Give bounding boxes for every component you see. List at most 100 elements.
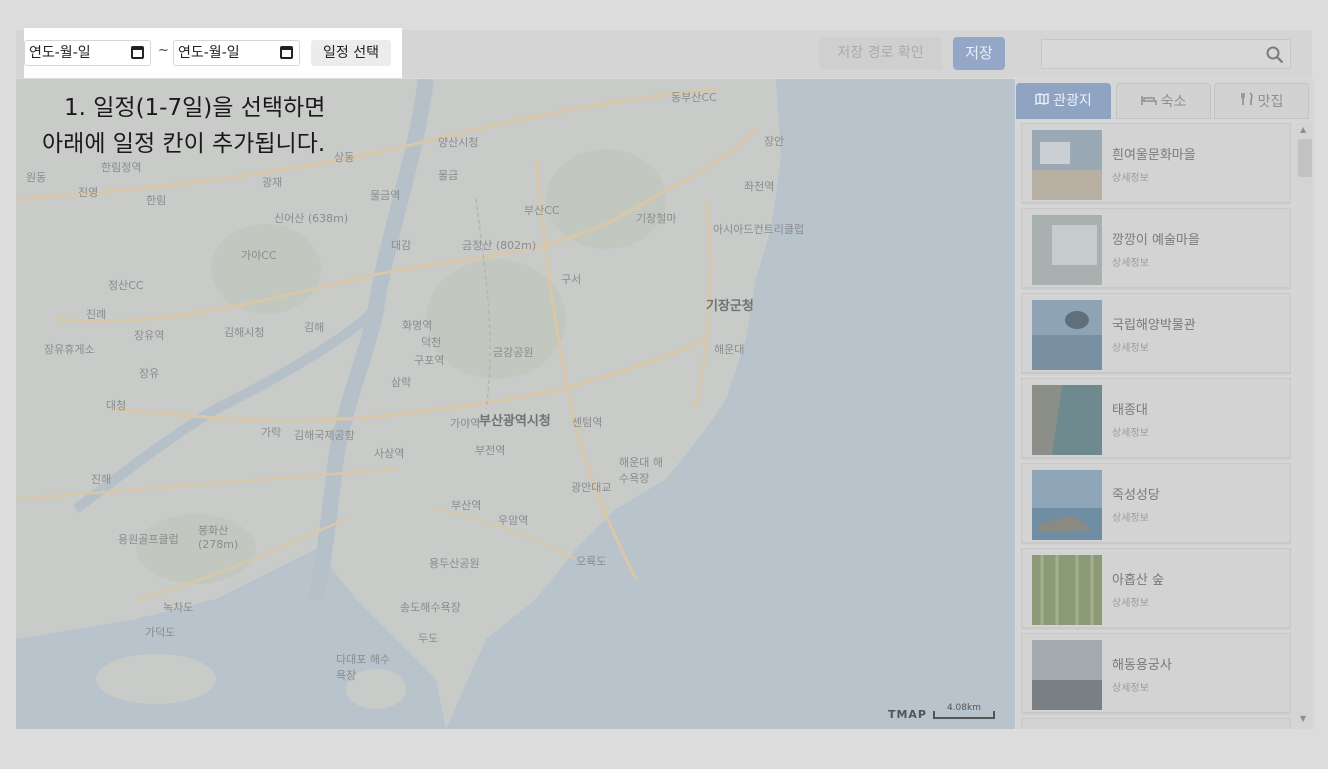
map-label: 양산시청 — [438, 136, 479, 149]
start-date-placeholder: 연도-월-일 — [29, 45, 91, 61]
place-list: 흰여울문화마을 상세정보 깡깡이 예술마을 상세정보 국립해양박물관 상세정보 … — [1021, 123, 1291, 729]
map-label: 화명역 — [402, 319, 433, 332]
place-card[interactable] — [1021, 718, 1291, 729]
map-label: 봉화산 (278m) — [198, 524, 239, 551]
instruction-line-2: 아래에 일정 칸이 추가됩니다. — [42, 131, 326, 157]
map-label: 대감 — [391, 239, 412, 252]
place-card[interactable]: 흰여울문화마을 상세정보 — [1021, 123, 1291, 203]
place-thumbnail — [1032, 385, 1102, 455]
map-label: 부산CC — [524, 204, 560, 217]
map-label: 삼락 — [391, 376, 412, 389]
map-icon — [1035, 84, 1049, 120]
place-card[interactable]: 깡깡이 예술마을 상세정보 — [1021, 208, 1291, 288]
place-name: 아홉산 숲 — [1112, 573, 1164, 588]
date-range-picker: 연도-월-일 ~ 연도-월-일 일정 선택 — [24, 28, 402, 78]
map-label: 김해시청 — [224, 326, 265, 339]
map-label: 사상역 — [374, 447, 405, 460]
end-date-placeholder: 연도-월-일 — [178, 45, 240, 61]
map-label: 상동 — [334, 151, 355, 164]
place-thumbnail — [1032, 470, 1102, 540]
map-label: 대청 — [106, 399, 127, 412]
map-label: 금강공원 — [493, 346, 534, 359]
select-schedule-button[interactable]: 일정 선택 — [311, 40, 391, 66]
scrollbar-thumb[interactable] — [1298, 139, 1312, 177]
search-input[interactable] — [1042, 40, 1252, 68]
map-label: 해운대 — [714, 343, 745, 356]
place-detail-link[interactable]: 상세정보 — [1112, 679, 1149, 694]
map-view[interactable]: 동부산CC 양산시청 물금 부산CC 기장철마 아시아드컨트리클럽 기장군청 신… — [16, 79, 1015, 729]
place-thumbnail — [1032, 555, 1102, 625]
place-thumbnail — [1032, 215, 1102, 285]
map-label: 덕천 — [421, 336, 442, 349]
end-date-input[interactable]: 연도-월-일 — [173, 40, 300, 66]
map-label: 녹차도 — [163, 601, 194, 614]
place-thumbnail — [1032, 300, 1102, 370]
map-label: 부전역 — [475, 444, 506, 457]
place-card[interactable]: 죽성성당 상세정보 — [1021, 463, 1291, 543]
place-card[interactable]: 국립해양박물관 상세정보 — [1021, 293, 1291, 373]
map-label: 가덕도 — [145, 626, 176, 639]
map-label: 부산광역시청 — [479, 414, 551, 429]
map-label: 기장군청 — [706, 299, 754, 314]
calendar-icon[interactable] — [131, 46, 144, 59]
place-detail-link[interactable]: 상세정보 — [1112, 509, 1149, 524]
tab-attractions[interactable]: 관광지 — [1016, 83, 1111, 119]
map-label: 구서 — [561, 273, 582, 286]
tab-restaurants[interactable]: 맛집 — [1214, 83, 1309, 119]
place-detail-link[interactable]: 상세정보 — [1112, 169, 1149, 184]
tab-label: 맛집 — [1257, 94, 1284, 110]
map-label: 김해 — [304, 321, 325, 334]
map-label: 부산역 — [451, 499, 482, 512]
map-label: 가야역 — [450, 417, 481, 430]
place-card[interactable]: 아홉산 숲 상세정보 — [1021, 548, 1291, 628]
map-scale-bar — [933, 711, 995, 719]
map-label: 오륙도 — [576, 555, 607, 568]
map-label: 원동 — [26, 171, 47, 184]
start-date-input[interactable]: 연도-월-일 — [24, 40, 151, 66]
map-label: 김해국제공항 — [294, 429, 355, 442]
place-name: 깡깡이 예술마을 — [1112, 233, 1200, 248]
bed-icon — [1140, 85, 1157, 121]
map-label: 진례 — [86, 308, 107, 321]
place-detail-link[interactable]: 상세정보 — [1112, 424, 1149, 439]
search-box — [1041, 39, 1291, 69]
map-label: 한림 — [146, 194, 167, 207]
map-label: 물금 — [438, 169, 459, 182]
place-name: 죽성성당 — [1112, 488, 1160, 503]
instruction-line-1: 1. 일정(1-7일)을 선택하면 — [64, 95, 326, 121]
place-name: 국립해양박물관 — [1112, 318, 1196, 333]
map-label: 동부산CC — [671, 91, 717, 104]
map-label: 용두산공원 — [429, 557, 480, 570]
tab-lodging[interactable]: 숙소 — [1116, 83, 1211, 119]
instruction-tooltip: 1. 일정(1-7일)을 선택하면 아래에 일정 칸이 추가됩니다. — [42, 90, 325, 162]
place-name: 흰여울문화마을 — [1112, 148, 1196, 163]
map-label: 장유역 — [134, 329, 165, 342]
place-card[interactable]: 태종대 상세정보 — [1021, 378, 1291, 458]
map-label: 송도해수욕장 — [400, 601, 461, 614]
place-detail-link[interactable]: 상세정보 — [1112, 254, 1149, 269]
map-label: 장유휴게소 — [44, 343, 95, 356]
search-icon[interactable] — [1266, 46, 1284, 64]
tab-label: 숙소 — [1160, 94, 1187, 110]
save-button[interactable]: 저장 — [953, 37, 1005, 70]
map-label: 다대포 해수욕장 — [336, 653, 391, 682]
place-detail-link[interactable]: 상세정보 — [1112, 594, 1149, 609]
map-label: 물금역 — [370, 189, 401, 202]
map-label: 진해 — [91, 473, 112, 486]
map-label: 금정산 (802m) — [462, 239, 537, 252]
map-label: 광재 — [262, 176, 283, 189]
view-saved-route-button[interactable]: 저장 경로 확인 — [819, 37, 942, 70]
scroll-up-icon[interactable]: ▲ — [1300, 125, 1306, 134]
place-thumbnail — [1032, 640, 1102, 710]
tab-label: 관광지 — [1053, 93, 1092, 109]
scroll-down-icon[interactable]: ▼ — [1300, 714, 1306, 723]
map-label: 센텀역 — [572, 416, 603, 429]
map-label: 가락 — [261, 426, 282, 439]
map-label: 광안대교 — [571, 481, 612, 494]
place-detail-link[interactable]: 상세정보 — [1112, 339, 1149, 354]
place-panel: 관광지 숙소 맛집 흰여울문화마을 상세정보 깡깡이 예술마을 상세정보 국립해… — [1016, 79, 1314, 729]
place-card[interactable]: 해동용궁사 상세정보 — [1021, 633, 1291, 713]
calendar-icon[interactable] — [280, 46, 293, 59]
panel-scrollbar[interactable]: ▲ ▼ — [1296, 123, 1312, 727]
place-name: 태종대 — [1112, 403, 1148, 418]
